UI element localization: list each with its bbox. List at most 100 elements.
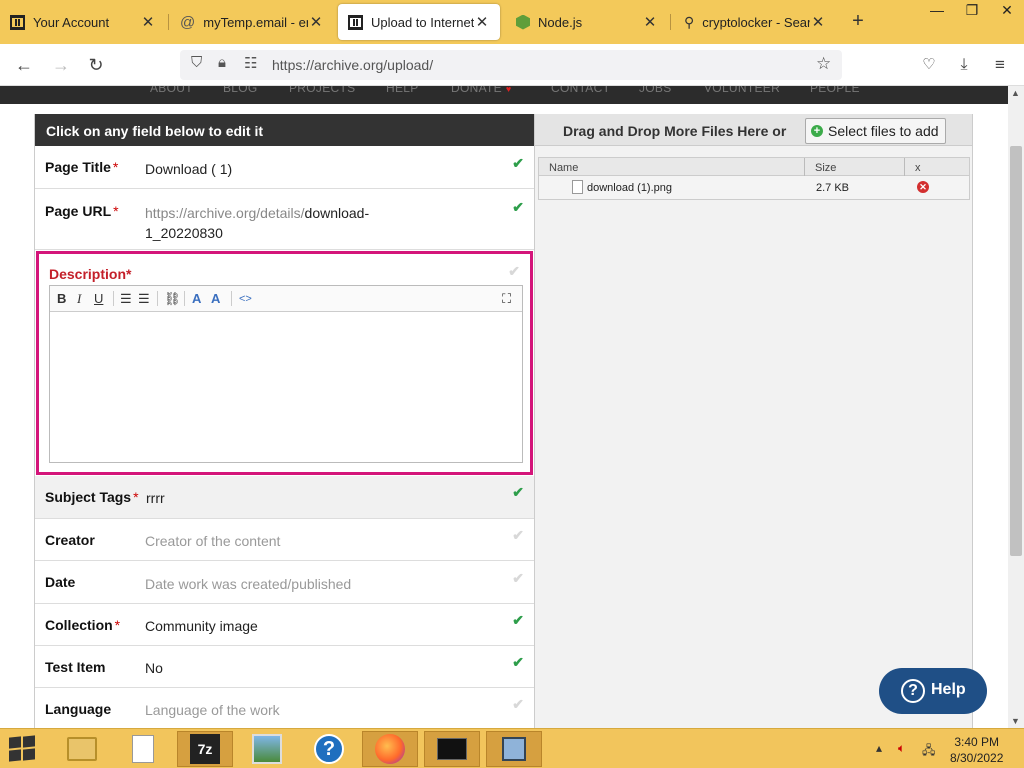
field-description[interactable]: Description* ✔ B I U ☰ ☰ ⛓ A A <> ⛶ (36, 251, 533, 475)
bold-button[interactable]: B (57, 291, 66, 306)
nav-link-donate[interactable]: DONATE ♥ (451, 86, 512, 95)
forward-button[interactable]: → (48, 53, 74, 77)
subject-tags-value[interactable]: rrrr (146, 490, 165, 506)
link-icon[interactable]: ⛓ (164, 291, 181, 307)
nav-link-help[interactable]: HELP (386, 86, 419, 95)
notepad-taskbar-icon[interactable] (115, 731, 171, 767)
volume-muted-icon[interactable]: 🔈︎ (898, 741, 905, 756)
back-button[interactable]: ← (11, 53, 37, 77)
valid-check-icon: ✔ (512, 199, 524, 215)
page-scrollbar[interactable]: ▲ ▼ (1008, 86, 1024, 728)
valid-check-icon: ✔ (512, 527, 524, 543)
close-icon[interactable]: ✕ (810, 13, 826, 31)
field-creator[interactable]: Creator Creator of the content ✔ (35, 519, 534, 561)
pocket-icon[interactable]: ♡ (916, 53, 942, 77)
bookmark-star-icon[interactable]: ☆ (816, 54, 831, 74)
downloads-icon[interactable]: ⤓ (951, 53, 977, 77)
shield-icon[interactable]: ⛉ (191, 54, 202, 71)
field-subject-tags[interactable]: Subject Tags * rrrr ✔ (35, 476, 534, 519)
underline-button[interactable]: U (94, 291, 103, 306)
collection-value[interactable]: Community image (145, 618, 258, 634)
close-window-button[interactable]: ✕ (990, 0, 1024, 22)
search-icon: ⚲ (684, 13, 695, 30)
page-content: ABOUT BLOG PROJECTS HELP DONATE ♥ CONTACT… (0, 86, 1008, 728)
field-date[interactable]: Date Date work was created/published ✔ (35, 561, 534, 604)
field-language[interactable]: Language Language of the work ✔ (35, 688, 534, 728)
creator-placeholder[interactable]: Creator of the content (145, 533, 280, 549)
file-explorer-taskbar-icon[interactable] (54, 731, 110, 767)
valid-check-icon: ✔ (508, 263, 520, 279)
column-size: Size (815, 162, 837, 174)
field-collection[interactable]: Collection * Community image ✔ (35, 604, 534, 646)
field-label: Page Title * (45, 159, 119, 175)
italic-button[interactable]: I (77, 291, 81, 307)
network-connections-taskbar-icon[interactable] (486, 731, 542, 767)
reload-button[interactable]: ↻ (83, 53, 109, 77)
field-test-item[interactable]: Test Item No ✔ (35, 646, 534, 688)
restore-button[interactable]: ❐ (955, 0, 989, 22)
minimize-button[interactable]: — (920, 0, 954, 22)
description-editor[interactable]: B I U ☰ ☰ ⛓ A A <> ⛶ (49, 285, 523, 463)
scroll-up-icon[interactable]: ▲ (1011, 88, 1020, 98)
tab-label: Your Account (33, 14, 110, 30)
firefox-taskbar-icon[interactable] (362, 731, 418, 767)
close-icon[interactable]: ✕ (474, 13, 490, 31)
tab-cryptolocker-search[interactable]: ⚲ cryptolocker - Search ✕ (674, 4, 836, 40)
command-prompt-taskbar-icon[interactable] (424, 731, 480, 767)
lock-icon[interactable]: 🔒︎ (218, 54, 226, 71)
file-name: download (1).png (587, 182, 673, 194)
help-support-taskbar-icon[interactable]: ? (301, 731, 357, 767)
fullscreen-button[interactable]: ⛶ (502, 291, 511, 307)
field-page-url[interactable]: Page URL * https://archive.org/details/do… (35, 189, 534, 250)
archive-pillar-icon (348, 14, 363, 30)
permissions-icon[interactable]: ☷ (244, 54, 257, 72)
nav-link-blog[interactable]: BLOG (223, 86, 258, 95)
help-question-icon: ? (901, 679, 925, 703)
nav-link-volunteer[interactable]: VOLUNTEER (704, 86, 780, 95)
help-button[interactable]: ? Help (879, 668, 987, 714)
tab-mytemp-email[interactable]: @ myTemp.email - email ✕ (170, 4, 334, 40)
test-item-value[interactable]: No (145, 660, 163, 676)
scroll-down-icon[interactable]: ▼ (1011, 716, 1020, 726)
field-label: Creator (45, 532, 95, 548)
text-color-icon[interactable]: A (192, 291, 201, 306)
page-title-value[interactable]: Download ( 1) (145, 161, 232, 177)
tab-upload-internet-archive[interactable]: Upload to Internet Archive ✕ (338, 4, 500, 40)
photo-viewer-taskbar-icon[interactable] (239, 731, 295, 767)
field-page-title[interactable]: Page Title * Download ( 1) ✔ (35, 146, 534, 189)
nav-link-about[interactable]: ABOUT (150, 86, 193, 95)
remove-file-icon[interactable]: ✕ (917, 181, 929, 193)
url-text[interactable]: https://archive.org/upload/ (272, 57, 433, 73)
network-icon[interactable]: 🖧 (922, 741, 935, 762)
close-icon[interactable]: ✕ (140, 13, 156, 31)
nav-link-contact[interactable]: CONTACT (551, 86, 610, 95)
nav-link-projects[interactable]: PROJECTS (289, 86, 355, 95)
file-row[interactable]: download (1).png 2.7 KB ✕ (539, 176, 969, 199)
windows-start-button[interactable] (8, 735, 36, 762)
bulleted-list-icon[interactable]: ☰ (138, 291, 150, 307)
close-icon[interactable]: ✕ (308, 13, 324, 31)
system-clock[interactable]: 3:40 PM 8/30/2022 (950, 734, 1003, 766)
select-files-button[interactable]: + Select files to add (805, 118, 946, 144)
valid-check-icon: ✔ (512, 155, 524, 171)
show-hidden-icons[interactable]: ▴ (876, 741, 882, 755)
nav-link-jobs[interactable]: JOBS (639, 86, 672, 95)
seven-zip-taskbar-icon[interactable]: 7z (177, 731, 233, 767)
editor-toolbar: B I U ☰ ☰ ⛓ A A <> ⛶ (50, 286, 522, 312)
numbered-list-icon[interactable]: ☰ (120, 291, 132, 307)
tab-your-account[interactable]: Your Account ✕ (0, 4, 166, 40)
address-bar[interactable]: ⛉ 🔒︎ ☷ https://archive.org/upload/ ☆ (180, 50, 842, 80)
language-placeholder[interactable]: Language of the work (145, 702, 280, 718)
close-icon[interactable]: ✕ (642, 13, 658, 31)
tab-nodejs[interactable]: Node.js ✕ (506, 4, 668, 40)
background-color-icon[interactable]: A (211, 291, 220, 306)
page-url-value[interactable]: https://archive.org/details/download- 1_2… (145, 203, 369, 243)
menu-icon[interactable]: ≡ (987, 53, 1013, 77)
drag-drop-text: Drag and Drop More Files Here or (563, 123, 787, 139)
scroll-thumb[interactable] (1010, 146, 1022, 556)
date-placeholder[interactable]: Date work was created/published (145, 576, 351, 592)
source-code-button[interactable]: <> (239, 293, 252, 305)
file-upload-panel[interactable]: Drag and Drop More Files Here or + Selec… (535, 114, 973, 728)
nav-link-people[interactable]: PEOPLE (810, 86, 860, 95)
new-tab-button[interactable]: + (848, 10, 868, 32)
